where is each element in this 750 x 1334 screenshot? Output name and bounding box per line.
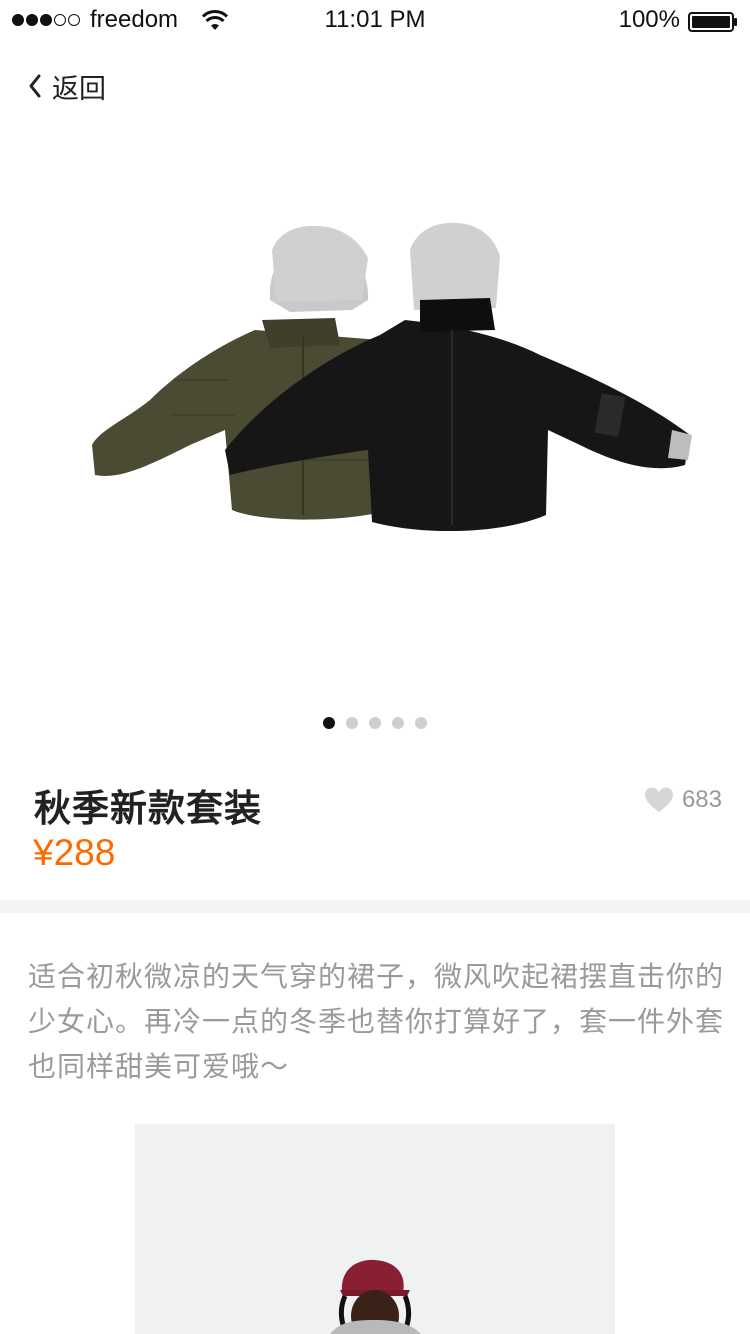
detail-photo[interactable]	[135, 1124, 615, 1334]
pager-dot-5[interactable]	[415, 717, 427, 729]
battery-percent: 100%	[618, 6, 680, 33]
product-title: 秋季新款套装	[34, 787, 262, 830]
like-count: 683	[681, 786, 722, 813]
pager-dot-4[interactable]	[392, 717, 404, 729]
product-image[interactable]	[0, 130, 750, 690]
pager-dot-1[interactable]	[323, 717, 335, 729]
like-button[interactable]: 683	[644, 786, 722, 814]
pager-dot-3[interactable]	[369, 717, 381, 729]
product-price: ¥288	[33, 832, 116, 873]
gallery-pager[interactable]	[0, 717, 750, 729]
pager-dot-2[interactable]	[346, 717, 358, 729]
back-label: 返回	[52, 73, 106, 105]
heart-icon	[644, 787, 673, 812]
chevron-left-icon	[29, 74, 41, 98]
section-divider	[0, 900, 750, 913]
back-button[interactable]: 返回	[26, 66, 106, 106]
model-photo-graphic	[135, 1124, 615, 1334]
product-description: 适合初秋微凉的天气穿的裙子，微风吹起裙摆直击你的少女心。再冷一点的冬季也替你打算…	[28, 960, 725, 1083]
battery-icon	[688, 12, 737, 32]
status-bar: freedom 11:01 PM 100%	[0, 0, 750, 40]
